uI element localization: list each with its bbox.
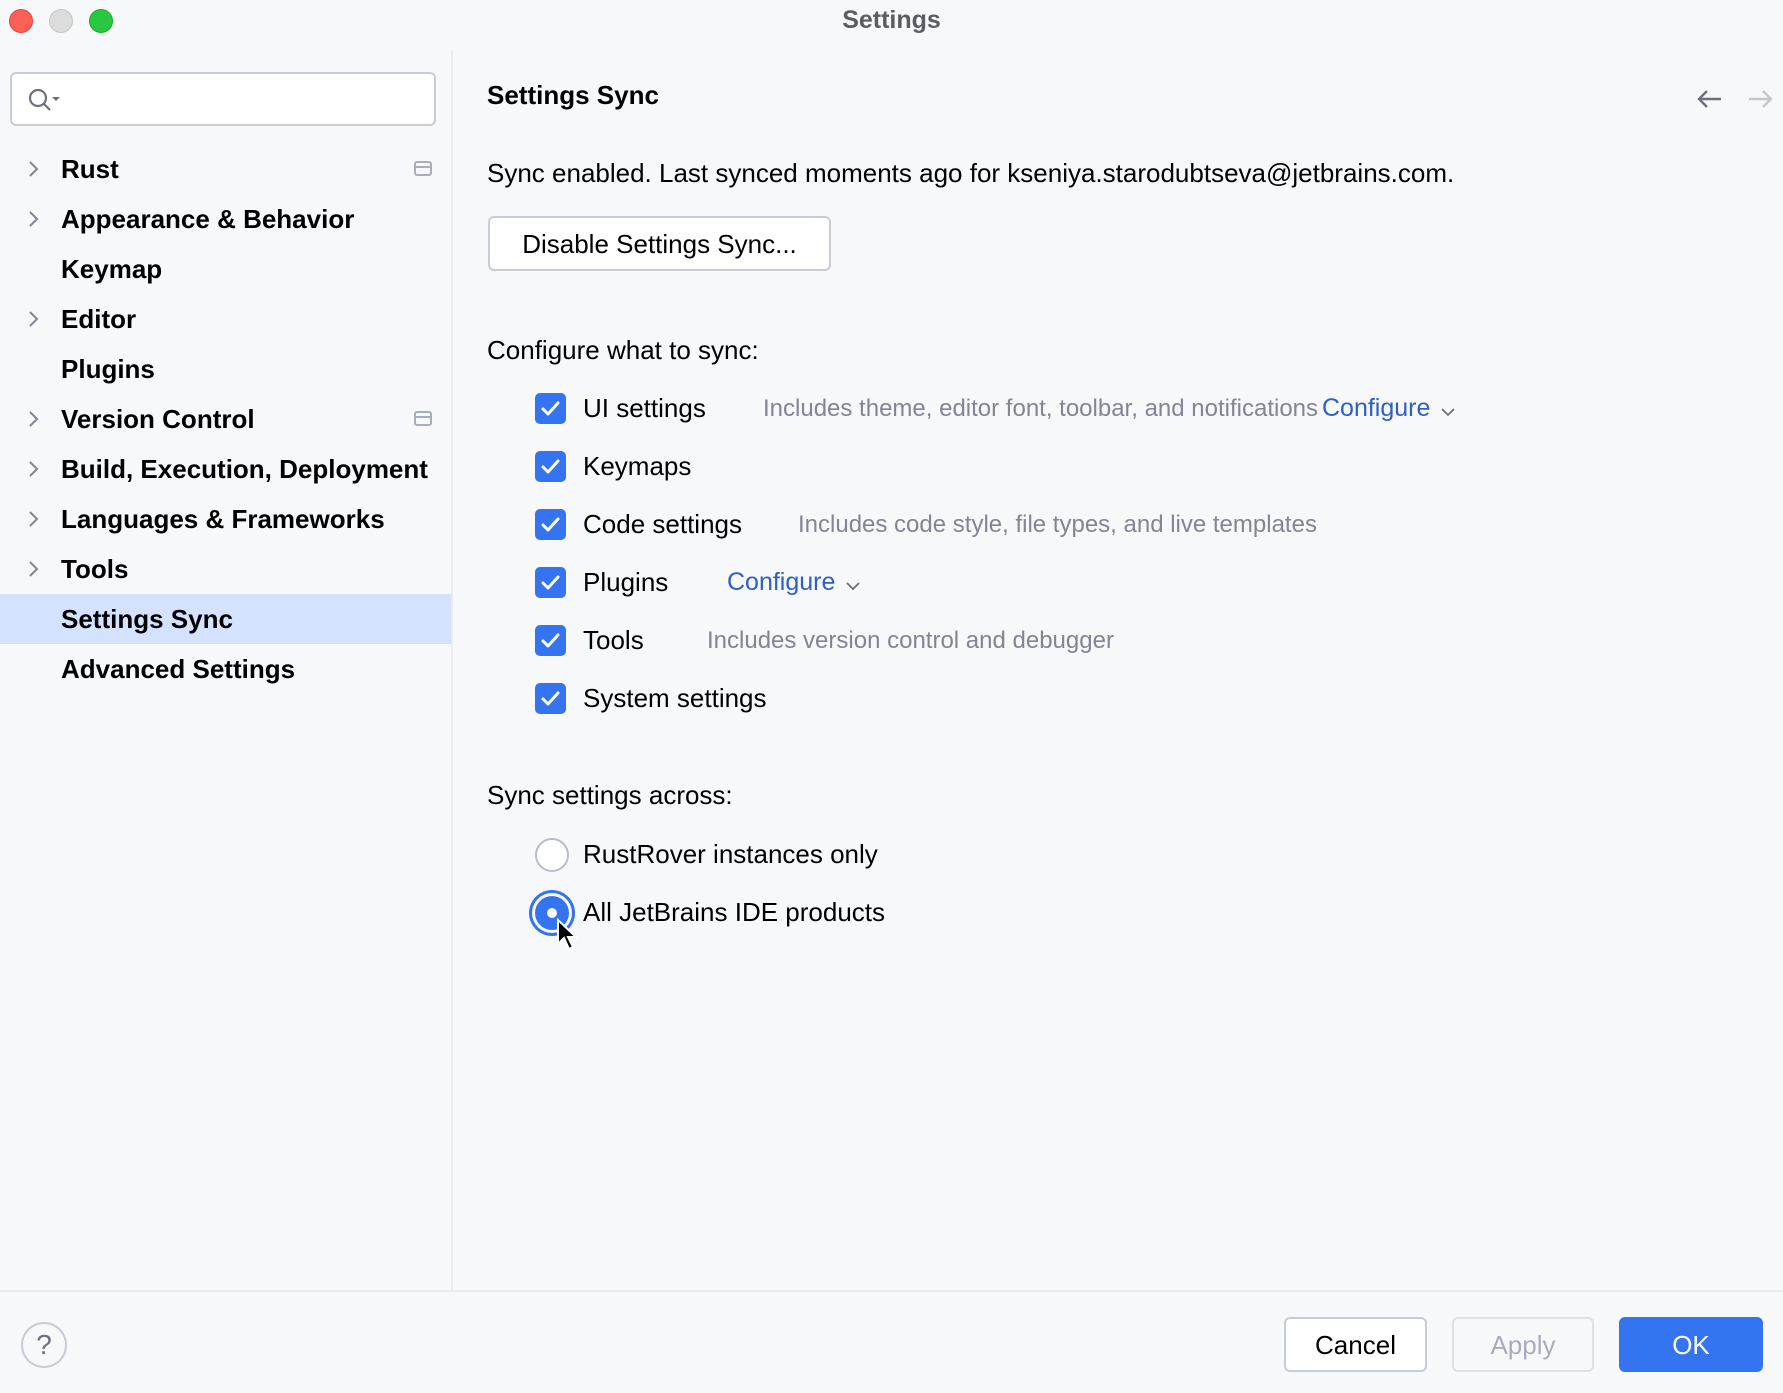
chevron-right-icon[interactable] — [27, 159, 41, 179]
sync-item-description: Includes theme, editor font, toolbar, an… — [763, 395, 1319, 422]
sync-item-checkbox[interactable] — [535, 393, 566, 424]
configure-dropdown-link[interactable]: Configure — [727, 568, 861, 598]
apply-button[interactable]: Apply — [1452, 1317, 1594, 1372]
configure-dropdown-link[interactable]: Configure — [1322, 394, 1456, 424]
chevron-right-icon[interactable] — [27, 559, 41, 579]
sidebar-item-editor[interactable]: Editor — [0, 294, 451, 344]
checkmark-icon — [541, 459, 560, 474]
chevron-right-icon[interactable] — [27, 459, 41, 479]
chevron-right-icon[interactable] — [27, 509, 41, 529]
sync-across-radio[interactable] — [535, 838, 569, 872]
sync-across-label: Sync settings across: — [487, 780, 733, 810]
sync-item-description: Includes version control and debugger — [707, 627, 1114, 654]
sync-item-label[interactable]: UI settings — [583, 393, 706, 424]
back-arrow-icon[interactable] — [1695, 86, 1725, 112]
forward-arrow-icon[interactable] — [1745, 86, 1775, 112]
chevron-down-icon — [1440, 395, 1456, 424]
mouse-cursor-icon — [557, 918, 579, 951]
sync-item-label[interactable]: Plugins — [583, 567, 668, 598]
configure-section-label: Configure what to sync: — [487, 335, 759, 365]
sync-across-option-label[interactable]: RustRover instances only — [583, 839, 878, 870]
sidebar-item-label: Editor — [61, 304, 137, 334]
sidebar-item-label: Build, Execution, Deployment — [61, 454, 428, 484]
settings-sync-panel: Settings Sync Sync enabled. Last synced … — [455, 50, 1783, 1290]
sidebar-item-rust[interactable]: Rust — [0, 144, 451, 194]
sidebar-item-label: Rust — [61, 154, 119, 184]
chevron-right-icon[interactable] — [27, 309, 41, 329]
checkmark-icon — [541, 517, 560, 532]
search-icon — [28, 88, 60, 111]
project-level-icon — [414, 161, 432, 176]
checkmark-icon — [541, 575, 560, 590]
disable-settings-sync-button[interactable]: Disable Settings Sync... — [488, 216, 831, 271]
sidebar-item-label: Appearance & Behavior — [61, 204, 355, 234]
settings-sidebar: Rust Appearance & Behavior Keymap Editor Plu… — [0, 50, 453, 1290]
checkmark-icon — [541, 401, 560, 416]
sync-item-checkbox[interactable] — [535, 683, 566, 714]
chevron-down-icon — [845, 569, 861, 598]
sync-item-label[interactable]: Tools — [583, 625, 644, 656]
dialog-footer: ? Cancel Apply OK — [0, 1290, 1783, 1393]
sidebar-item-build-execution-deployment[interactable]: Build, Execution, Deployment — [0, 444, 451, 494]
configure-link-text: Configure — [1322, 394, 1431, 422]
chevron-right-icon[interactable] — [27, 209, 41, 229]
sidebar-item-label: Settings Sync — [61, 604, 233, 634]
sidebar-item-languages-frameworks[interactable]: Languages & Frameworks — [0, 494, 451, 544]
sync-status-text: Sync enabled. Last synced moments ago fo… — [487, 158, 1455, 188]
sync-item-label[interactable]: Keymaps — [583, 451, 691, 482]
sync-across-option-label[interactable]: All JetBrains IDE products — [583, 897, 885, 928]
sync-item-checkbox[interactable] — [535, 509, 566, 540]
sidebar-item-label: Version Control — [61, 404, 255, 434]
project-level-icon — [414, 411, 432, 426]
sidebar-item-version-control[interactable]: Version Control — [0, 394, 451, 444]
sidebar-item-advanced-settings[interactable]: Advanced Settings — [0, 644, 451, 694]
sidebar-item-appearance-behavior[interactable]: Appearance & Behavior — [0, 194, 451, 244]
sync-item-checkbox[interactable] — [535, 451, 566, 482]
checkmark-icon — [541, 691, 560, 706]
window-title: Settings — [842, 6, 941, 34]
cancel-button[interactable]: Cancel — [1284, 1317, 1427, 1372]
settings-search-box[interactable] — [10, 72, 436, 126]
help-button[interactable]: ? — [21, 1322, 67, 1368]
sidebar-item-label: Plugins — [61, 354, 155, 384]
sidebar-item-label: Keymap — [61, 254, 163, 284]
sidebar-item-label: Advanced Settings — [61, 654, 296, 684]
ok-button[interactable]: OK — [1619, 1317, 1763, 1372]
sync-item-label[interactable]: Code settings — [583, 509, 742, 540]
sync-item-label[interactable]: System settings — [583, 683, 767, 714]
sidebar-item-settings-sync[interactable]: Settings Sync — [0, 594, 451, 644]
settings-search-input[interactable] — [72, 82, 426, 118]
sidebar-item-label: Tools — [61, 554, 129, 584]
page-title: Settings Sync — [487, 80, 659, 110]
chevron-right-icon[interactable] — [27, 409, 41, 429]
sync-item-checkbox[interactable] — [535, 625, 566, 656]
sidebar-item-keymap[interactable]: Keymap — [0, 244, 451, 294]
sync-item-description: Includes code style, file types, and liv… — [798, 511, 1317, 538]
sidebar-item-tools[interactable]: Tools — [0, 544, 451, 594]
configure-link-text: Configure — [727, 568, 836, 596]
sidebar-item-plugins[interactable]: Plugins — [0, 344, 451, 394]
sync-item-checkbox[interactable] — [535, 567, 566, 598]
checkmark-icon — [541, 633, 560, 648]
sidebar-item-label: Languages & Frameworks — [61, 504, 385, 534]
